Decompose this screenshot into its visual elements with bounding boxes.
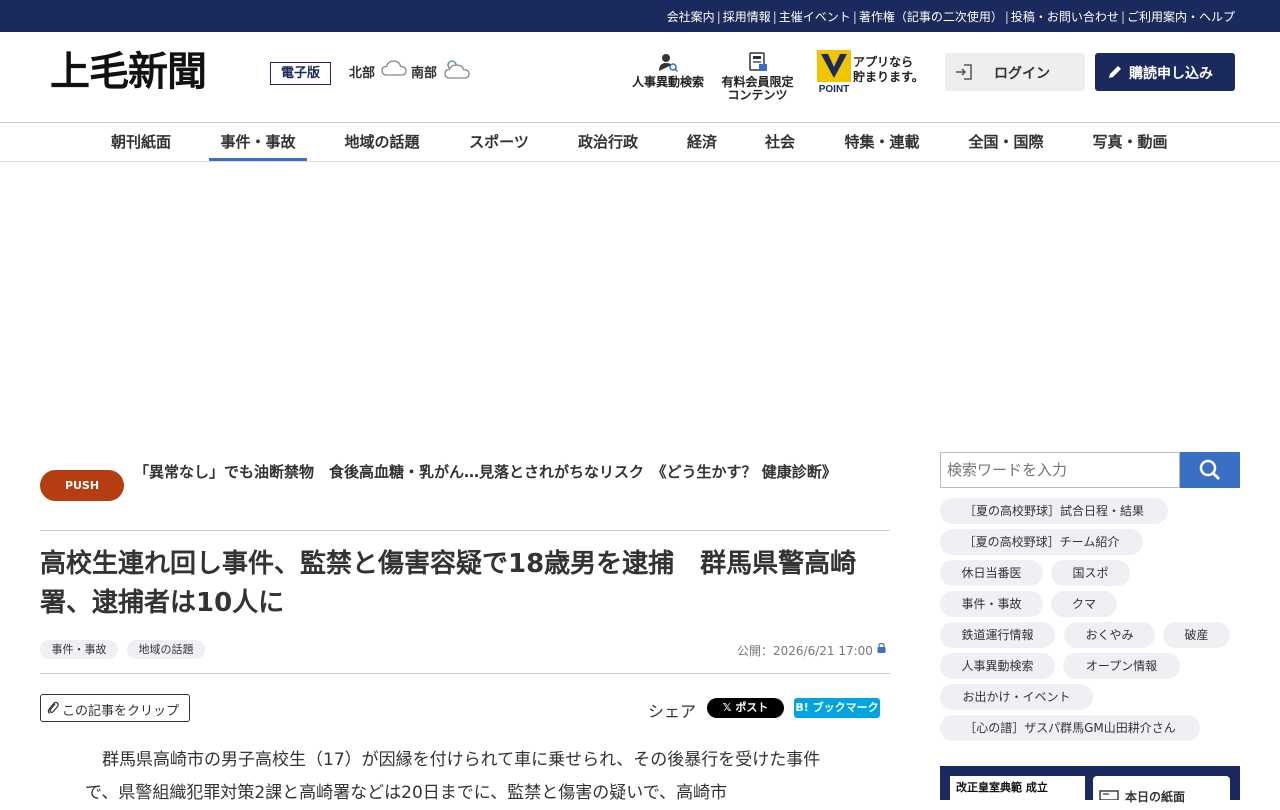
weather-region-label: 南部 xyxy=(411,66,438,81)
nav-features[interactable]: 特集・連載 xyxy=(838,123,926,161)
main-nav: 朝刊紙面 事件・事故 地域の話題 スポーツ 政治行政 経済 社会 特集・連載 全… xyxy=(0,123,1280,162)
keyword-holiday-doctor[interactable]: 休日当番医 xyxy=(940,560,1043,586)
article-tag-local[interactable]: 地域の話題 xyxy=(127,640,205,659)
paper-headline: 改正皇室典範 成立 xyxy=(956,781,1048,794)
app-text-line2: 貯まります。 xyxy=(853,70,924,84)
person-search-icon xyxy=(659,54,679,72)
nav-national-intl[interactable]: 全国・国際 xyxy=(962,123,1050,161)
ad-space xyxy=(0,162,1280,442)
document-lock-icon xyxy=(748,52,767,71)
keyword-kokusupo[interactable]: 国スポ xyxy=(1051,560,1130,586)
keyword-hs-baseball-schedule[interactable]: ［夏の高校野球］試合日程・結果 xyxy=(940,498,1168,524)
lock-icon xyxy=(877,643,886,653)
keyword-open-info[interactable]: オープン情報 xyxy=(1063,653,1180,679)
weather-north[interactable]: 北部 xyxy=(349,60,407,81)
nav-local-topics[interactable]: 地域の話題 xyxy=(338,123,426,161)
site-header: 上毛新聞 電子版 北部 南部 人事異動検索 有料会員限定 コンテンツ POINT… xyxy=(0,32,1280,123)
todays-paper-label: 本日の紙面 xyxy=(1125,790,1186,804)
published-date: 公開：2026/6/21 17:00 xyxy=(737,644,873,658)
keyword-bankruptcy[interactable]: 破産 xyxy=(1163,622,1230,648)
share-label: シェア xyxy=(648,702,697,721)
keyword-personnel-search[interactable]: 人事異動検索 xyxy=(940,653,1055,679)
login-label: ログイン xyxy=(994,66,1050,82)
nav-photo-video[interactable]: 写真・動画 xyxy=(1086,123,1174,161)
member-content-label-2: コンテンツ xyxy=(727,88,788,102)
keyword-outings-events[interactable]: お出かけ・イベント xyxy=(940,684,1093,710)
weather-south[interactable]: 南部 xyxy=(411,60,470,81)
paper-thumbnail[interactable]: 改正皇室典範 成立 xyxy=(950,776,1085,800)
member-content-label-1: 有料会員限定 xyxy=(721,75,794,89)
nav-incidents[interactable]: 事件・事故 xyxy=(209,123,307,161)
clip-article-button[interactable]: この記事をクリップ xyxy=(40,694,190,722)
nav-sports[interactable]: スポーツ xyxy=(463,123,535,161)
vpoint-label: POINT xyxy=(819,84,850,94)
search-box xyxy=(940,452,1180,488)
keyword-train-info[interactable]: 鉄道運行情報 xyxy=(940,622,1055,648)
member-content-link[interactable]: 有料会員限定 コンテンツ xyxy=(720,52,795,102)
link-contact[interactable]: 投稿・お問い合わせ xyxy=(1011,10,1119,24)
app-text-line1: アプリなら xyxy=(853,55,914,69)
login-icon xyxy=(956,64,972,80)
nav-politics[interactable]: 政治行政 xyxy=(572,123,644,161)
site-logo[interactable]: 上毛新聞 xyxy=(50,52,207,92)
login-button[interactable]: ログイン xyxy=(945,53,1085,91)
article-title: 高校生連れ回し事件、監禁と傷害容疑で18歳男を逮捕 群馬県警高崎署、逮捕者は10… xyxy=(40,549,857,618)
pencil-icon xyxy=(1109,66,1121,78)
keyword-obituaries[interactable]: おくやみ xyxy=(1064,622,1155,648)
push-headline-link[interactable]: 「異常なし」でも油断禁物 食後高血糖・乳がん…見落とされがちなリスク 《どう生か… xyxy=(134,458,874,487)
keyword-hs-baseball-teams[interactable]: ［夏の高校野球］チーム紹介 xyxy=(940,529,1143,555)
link-company[interactable]: 会社案内 xyxy=(667,10,715,24)
push-badge: PUSH xyxy=(40,470,124,501)
cloud-sun-icon xyxy=(444,60,470,79)
subscribe-button[interactable]: 購読申し込み xyxy=(1095,53,1235,91)
divider xyxy=(40,530,890,531)
hatena-bookmark-button[interactable]: B! ブックマーク xyxy=(794,698,880,718)
personnel-search-label: 人事異動検索 xyxy=(631,75,704,89)
clip-article-label: この記事をクリップ xyxy=(62,704,180,719)
nav-economy[interactable]: 経済 xyxy=(681,123,723,161)
search-button[interactable] xyxy=(1180,452,1240,488)
top-utility-bar: 会社案内 | 採用情報 | 主催イベント | 著作権（記事の二次使用） | 投稿・お問い合わせ |… xyxy=(0,0,1280,32)
link-copyright[interactable]: 著作権（記事の二次使用） xyxy=(859,10,1003,24)
divider xyxy=(40,673,890,674)
paperclip-icon xyxy=(47,701,59,714)
search-input[interactable] xyxy=(941,453,1173,487)
nav-society[interactable]: 社会 xyxy=(760,123,800,161)
newspaper-icon xyxy=(1099,790,1119,800)
subscribe-label: 購読申し込み xyxy=(1129,66,1213,82)
keyword-incidents[interactable]: 事件・事故 xyxy=(940,591,1043,617)
link-events[interactable]: 主催イベント xyxy=(779,10,851,24)
personnel-search-link[interactable]: 人事異動検索 xyxy=(629,52,707,89)
logo-digital-badge: 電子版 xyxy=(270,62,331,85)
weather-region-label: 北部 xyxy=(349,66,376,81)
article-body: 群馬県高崎市の男子高校生（17）が因縁を付けられて車に乗せられ、その後暴行を受け… xyxy=(85,750,821,803)
x-post-button[interactable]: 𝕏 ポスト xyxy=(707,698,784,718)
nav-morning-paper[interactable]: 朝刊紙面 xyxy=(104,123,178,161)
article-tag-incidents[interactable]: 事件・事故 xyxy=(40,640,118,659)
app-points-text: アプリなら 貯まります。 xyxy=(853,55,924,85)
vpoint-logo-icon[interactable]: POINT xyxy=(817,50,851,94)
cloud-icon xyxy=(381,60,407,76)
utility-links: 会社案内 | 採用情報 | 主催イベント | 著作権（記事の二次使用） | 投稿・お問い合わせ |… xyxy=(666,10,1235,24)
todays-paper-link[interactable]: 本日の紙面 xyxy=(1093,776,1230,804)
keyword-bear[interactable]: クマ xyxy=(1051,591,1117,617)
keyword-kokoro-no-fu[interactable]: ［心の譜］ザスパ群馬GM山田耕介さん xyxy=(940,715,1200,741)
search-icon xyxy=(1199,459,1220,480)
link-help[interactable]: ご利用案内・ヘルプ xyxy=(1127,10,1235,24)
link-recruit[interactable]: 採用情報 xyxy=(723,10,771,24)
